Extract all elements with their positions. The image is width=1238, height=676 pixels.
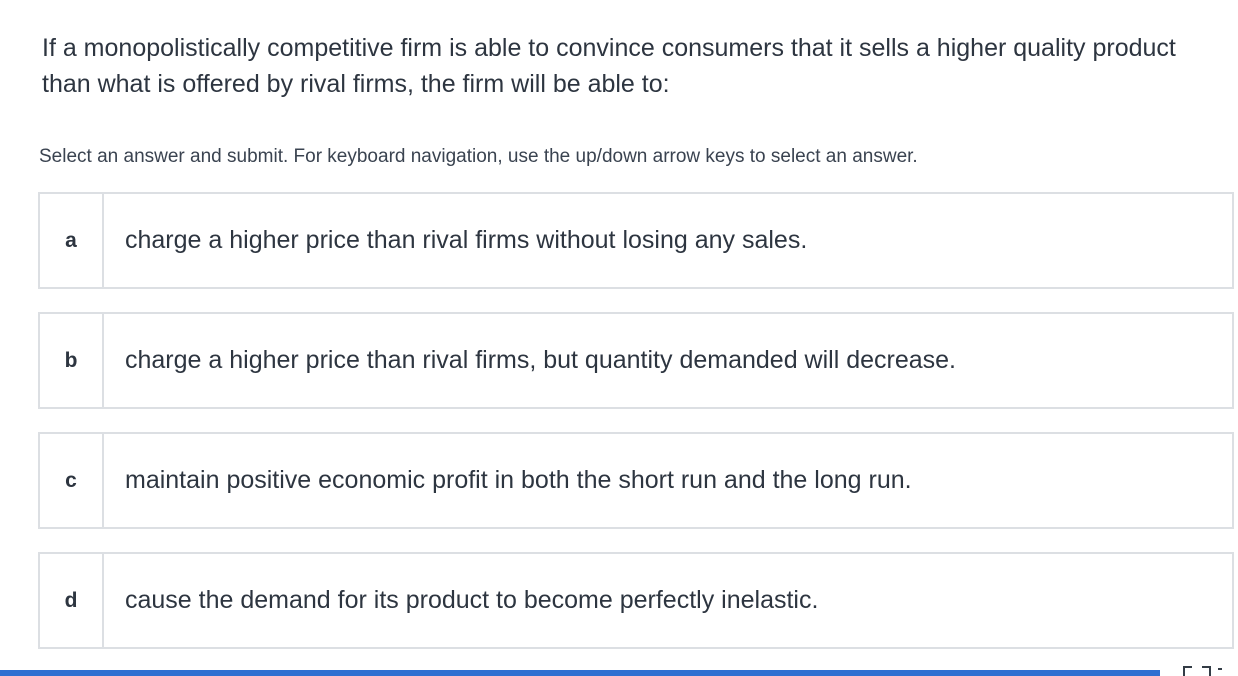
choice-text: charge a higher price than rival firms, … [125, 346, 956, 374]
question-text: If a monopolistically competitive firm i… [42, 34, 1176, 98]
answer-choice-d[interactable]: d cause the demand for its product to be… [38, 552, 1234, 649]
choice-letter: c [40, 434, 104, 527]
instructions-text: Select an answer and submit. For keyboar… [39, 146, 918, 167]
choice-text: cause the demand for its product to beco… [125, 586, 819, 614]
choice-letter: b [40, 314, 104, 407]
progress-bar [0, 670, 1160, 676]
choice-text: maintain positive economic profit in bot… [125, 466, 912, 494]
answer-choice-b[interactable]: b charge a higher price than rival firms… [38, 312, 1234, 409]
choice-text: charge a higher price than rival firms w… [125, 226, 808, 254]
expand-icon[interactable] [1182, 664, 1222, 676]
answer-choice-a[interactable]: a charge a higher price than rival firms… [38, 192, 1234, 289]
quiz-page: If a monopolistically competitive firm i… [0, 0, 1238, 676]
answer-choices: a charge a higher price than rival firms… [38, 192, 1234, 672]
choice-letter: d [40, 554, 104, 647]
answer-choice-c[interactable]: c maintain positive economic profit in b… [38, 432, 1234, 529]
choice-letter: a [40, 194, 104, 287]
